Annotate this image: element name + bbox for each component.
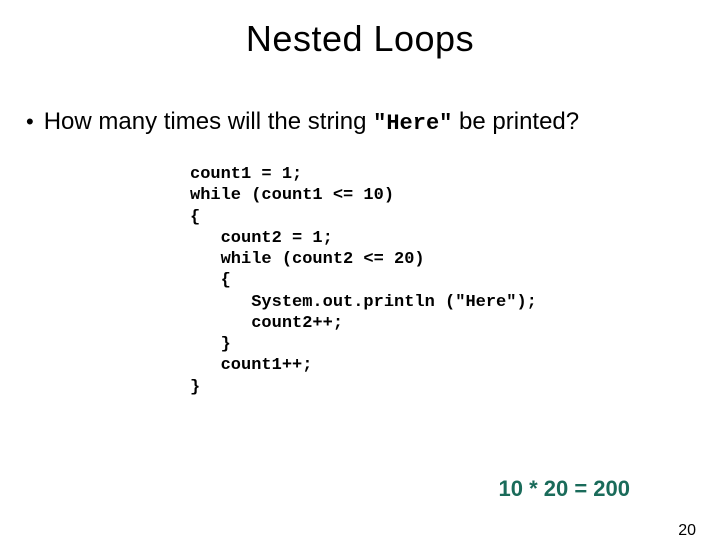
bullet-marker: • <box>26 111 34 133</box>
bullet-text-post: be printed? <box>452 108 579 135</box>
bullet-text-pre: How many times will the string <box>44 108 373 135</box>
bullet-item: • How many times will the string "Here" … <box>26 108 720 136</box>
bullet-code-literal: "Here" <box>373 111 452 136</box>
answer-text: 10 * 20 = 200 <box>498 476 630 502</box>
slide: Nested Loops • How many times will the s… <box>0 18 720 558</box>
slide-title: Nested Loops <box>0 18 720 60</box>
code-block: count1 = 1; while (count1 <= 10) { count… <box>190 164 720 398</box>
page-number: 20 <box>678 522 696 540</box>
bullet-text: How many times will the string "Here" be… <box>44 108 579 136</box>
